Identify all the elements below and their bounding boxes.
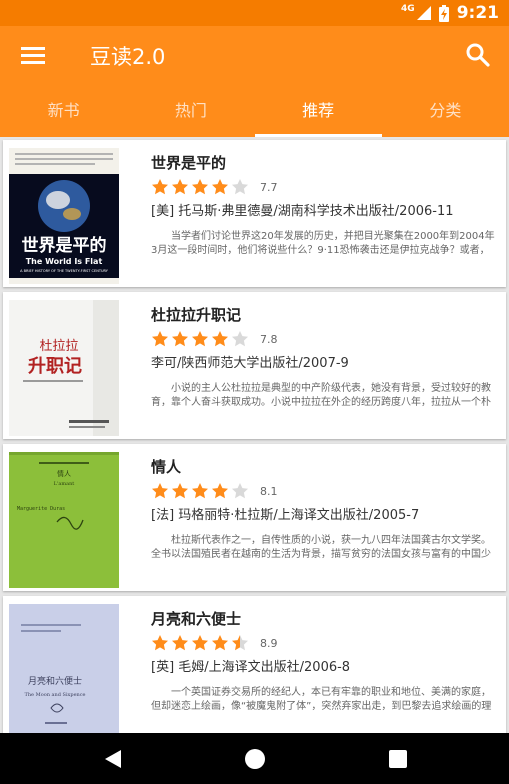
rating-value: 7.7 [260, 180, 278, 194]
star-icon [232, 635, 248, 651]
tab-recommended[interactable]: 推荐 [254, 84, 383, 137]
book-title: 情人 [151, 458, 182, 476]
book-meta: 李可/陕西师范大学出版社/2007-9 [151, 356, 349, 371]
app-bar: 豆读2.0 [0, 26, 509, 84]
star-icon [192, 179, 208, 195]
network-type: 4G [401, 4, 415, 14]
battery-icon [438, 4, 449, 22]
status-bar: 4G 9:21 [0, 0, 509, 26]
recents-icon [389, 750, 407, 768]
cover-tagline: A BRIEF HISTORY OF THE TWENTY-FIRST CENT… [20, 269, 109, 273]
book-summary: 小说的主人公杜拉拉是典型的中产阶级代表，她没有背景，受过较好的教育，靠个人奋斗获… [151, 383, 491, 408]
star-icon [152, 483, 168, 499]
book-meta: [法] 玛格丽特·杜拉斯/上海译文出版社/2005-7 [151, 508, 420, 523]
menu-button[interactable] [20, 43, 46, 67]
cover-subtitle: The World Is Flat [26, 257, 103, 266]
cover-subtitle: L'amant [54, 481, 75, 487]
book-cover: 世界是平的 The World Is Flat A BRIEF HISTORY … [9, 148, 119, 284]
star-icon [212, 635, 228, 651]
rating-value: 8.9 [260, 636, 278, 650]
book-cover: 情人 L'amant Marguerite Duras [9, 452, 119, 588]
tab-category[interactable]: 分类 [382, 84, 509, 137]
rating-stars: 8.9 [151, 634, 278, 652]
book-summary: 当学者们讨论世界这20年发展的历史，并把目光聚集在2000年到2004年3月这一… [151, 231, 495, 256]
star-icon [172, 331, 188, 347]
book-meta: [英] 毛姆/上海译文出版社/2006-8 [151, 660, 351, 675]
cover-subtitle: The Moon and Sixpence [24, 692, 85, 698]
home-button[interactable] [243, 747, 267, 771]
recents-button[interactable] [386, 747, 410, 771]
cover-title: 月亮和六便士 [28, 675, 82, 687]
rating-stars: 7.8 [151, 330, 278, 348]
book-meta: [美] 托马斯·弗里德曼/湖南科学技术出版社/2006-11 [151, 204, 454, 219]
menu-icon [21, 47, 45, 64]
star-icon [172, 483, 188, 499]
tab-popular[interactable]: 热门 [127, 84, 254, 137]
book-title: 杜拉拉升职记 [151, 306, 242, 324]
star-icon [212, 331, 228, 347]
star-icon [152, 331, 168, 347]
star-icon [152, 635, 168, 651]
system-nav-bar [0, 733, 509, 784]
book-list: 世界是平的 The World Is Flat A BRIEF HISTORY … [0, 137, 509, 733]
book-summary: 一个英国证券交易所的经纪人，本已有牢靠的职业和地位、美满的家庭，但却迷恋上绘画，… [151, 687, 492, 712]
book-card[interactable]: 月亮和六便士 The Moon and Sixpence 月亮和六便士 8.9 … [3, 596, 506, 733]
book-card[interactable]: 情人 L'amant Marguerite Duras 情人 8.1 [法] 玛… [3, 444, 506, 591]
star-icon [192, 483, 208, 499]
rating-value: 7.8 [260, 332, 278, 346]
rating-value: 8.1 [260, 484, 278, 498]
star-icon [192, 635, 208, 651]
cover-title: 情人 [57, 469, 71, 478]
star-icon [172, 635, 188, 651]
star-icon [212, 483, 228, 499]
star-icon [152, 179, 168, 195]
cover-author: Marguerite Duras [17, 506, 65, 512]
search-button[interactable] [465, 42, 491, 68]
book-title: 世界是平的 [151, 154, 227, 172]
cover-title: 世界是平的 [22, 235, 107, 256]
back-button[interactable] [101, 747, 125, 771]
book-summary: 杜拉斯代表作之一，自传性质的小说，获一九八四年法国龚古尔文学奖。全书以法国殖民者… [151, 535, 491, 560]
book-card[interactable]: 杜拉拉 升职记 杜拉拉升职记 7.8 李可/陕西师范大学出版社/2007-9 小… [3, 292, 506, 439]
star-icon [232, 483, 248, 499]
book-card[interactable]: 世界是平的 The World Is Flat A BRIEF HISTORY … [3, 140, 506, 287]
search-icon [466, 43, 490, 67]
status-icons: 4G 9:21 [401, 3, 499, 23]
star-icon [232, 179, 248, 195]
home-icon [245, 749, 265, 769]
app-title: 豆读2.0 [90, 45, 166, 69]
book-title: 月亮和六便士 [151, 610, 242, 628]
signal-icon [416, 6, 431, 20]
book-cover: 杜拉拉 升职记 [9, 300, 119, 436]
cover-title: 杜拉拉 [39, 339, 78, 354]
tab-new[interactable]: 新书 [0, 84, 127, 137]
rating-stars: 8.1 [151, 482, 278, 500]
star-icon [192, 331, 208, 347]
clock: 9:21 [456, 3, 499, 23]
star-icon [232, 331, 248, 347]
back-icon [105, 750, 121, 768]
star-icon [172, 179, 188, 195]
cover-subtitle: 升职记 [28, 356, 82, 377]
star-icon [212, 179, 228, 195]
book-cover: 月亮和六便士 The Moon and Sixpence [9, 604, 119, 733]
rating-stars: 7.7 [151, 178, 278, 196]
tab-bar: 新书 热门 推荐 分类 [0, 84, 509, 137]
